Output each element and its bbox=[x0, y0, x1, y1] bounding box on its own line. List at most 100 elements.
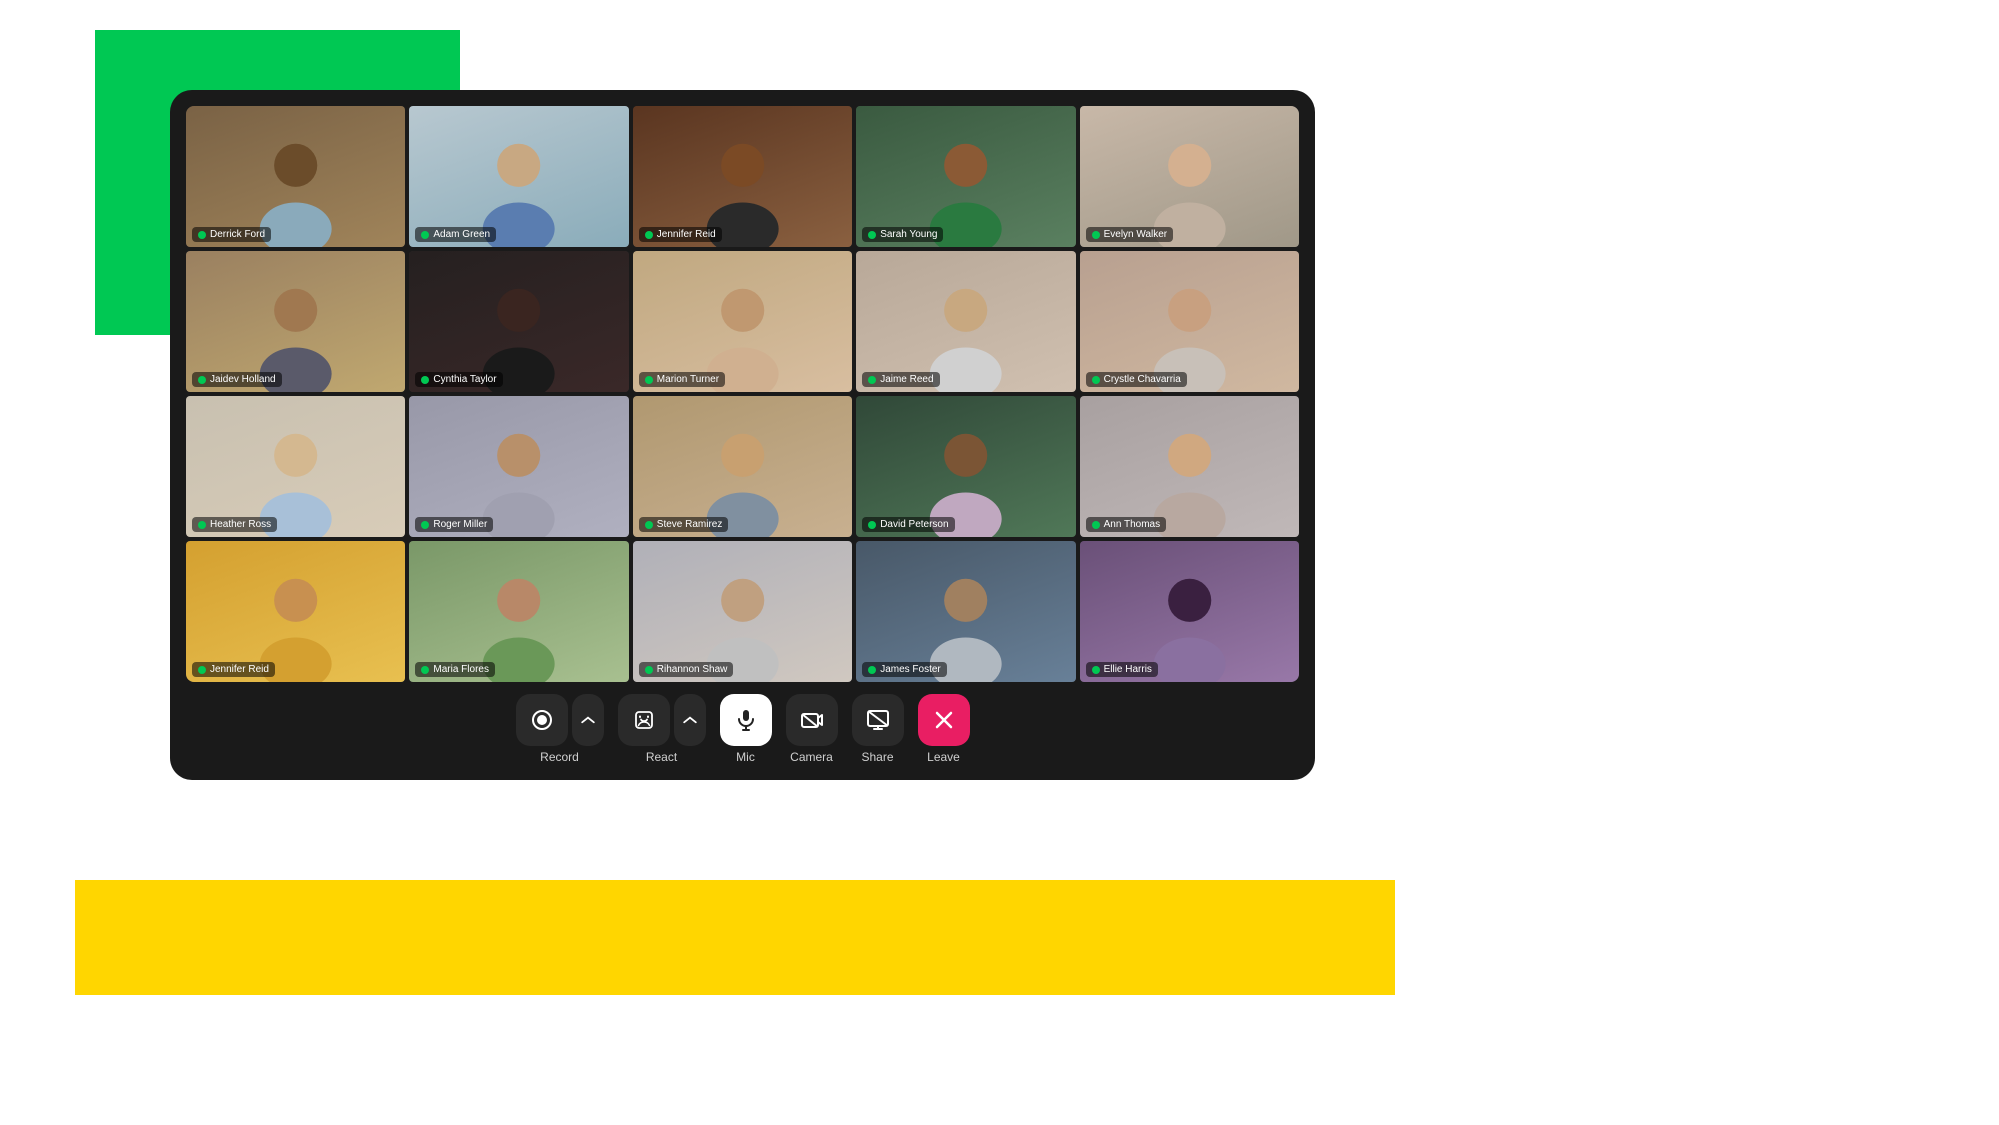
mic-status-icon bbox=[645, 666, 653, 674]
name-badge: Ellie Harris bbox=[1086, 662, 1158, 677]
participant-name: Rihannon Shaw bbox=[657, 664, 728, 675]
name-badge: Jaidev Holland bbox=[192, 372, 282, 387]
participant-name: Ellie Harris bbox=[1104, 664, 1152, 675]
participant-name: Cynthia Taylor bbox=[433, 374, 496, 385]
mic-status-icon bbox=[1092, 521, 1100, 529]
video-tile: Evelyn Walker bbox=[1080, 106, 1299, 247]
yellow-decoration bbox=[75, 880, 1395, 995]
leave-button[interactable] bbox=[918, 694, 970, 746]
name-badge: Marion Turner bbox=[639, 372, 725, 387]
mic-status-icon bbox=[868, 231, 876, 239]
participant-name: Roger Miller bbox=[433, 519, 487, 530]
video-tile: Heather Ross bbox=[186, 396, 405, 537]
react-button[interactable] bbox=[618, 694, 670, 746]
mic-button[interactable] bbox=[720, 694, 772, 746]
participant-name: James Foster bbox=[880, 664, 941, 675]
video-tile: Maria Flores bbox=[409, 541, 628, 682]
mic-status-icon bbox=[1092, 376, 1100, 384]
video-tile: Jaime Reed bbox=[856, 251, 1075, 392]
video-tile: Ellie Harris bbox=[1080, 541, 1299, 682]
video-tile: Jennifer Reid bbox=[633, 106, 852, 247]
mic-status-icon bbox=[868, 666, 876, 674]
name-badge: Derrick Ford bbox=[192, 227, 271, 242]
participant-name: Jaime Reed bbox=[880, 374, 933, 385]
name-badge: Crystle Chavarria bbox=[1086, 372, 1187, 387]
react-icon bbox=[632, 708, 656, 732]
participant-name: Ann Thomas bbox=[1104, 519, 1161, 530]
video-tile: Steve Ramirez bbox=[633, 396, 852, 537]
mic-status-icon bbox=[421, 376, 429, 384]
participant-name: Heather Ross bbox=[210, 519, 271, 530]
mic-status-icon bbox=[421, 521, 429, 529]
mic-status-icon bbox=[1092, 666, 1100, 674]
video-tile: Cynthia Taylor bbox=[409, 251, 628, 392]
mic-status-icon bbox=[868, 521, 876, 529]
participant-name: Sarah Young bbox=[880, 229, 937, 240]
leave-icon bbox=[932, 708, 956, 732]
share-button[interactable] bbox=[852, 694, 904, 746]
record-label: Record bbox=[540, 750, 579, 764]
react-expand-button[interactable] bbox=[674, 694, 706, 746]
mic-status-icon bbox=[1092, 231, 1100, 239]
camera-control: Camera bbox=[786, 694, 838, 764]
name-badge: Roger Miller bbox=[415, 517, 493, 532]
participant-name: David Peterson bbox=[880, 519, 948, 530]
video-tile: Jaidev Holland bbox=[186, 251, 405, 392]
mic-status-icon bbox=[421, 666, 429, 674]
react-control: React bbox=[618, 694, 706, 764]
chevron-up-icon bbox=[581, 713, 595, 727]
participant-name: Marion Turner bbox=[657, 374, 719, 385]
video-tile: Crystle Chavarria bbox=[1080, 251, 1299, 392]
participant-name: Evelyn Walker bbox=[1104, 229, 1168, 240]
participant-name: Jennifer Reid bbox=[657, 229, 716, 240]
mic-status-icon bbox=[198, 376, 206, 384]
control-bar: Record bbox=[186, 682, 1299, 770]
camera-button[interactable] bbox=[786, 694, 838, 746]
record-expand-button[interactable] bbox=[572, 694, 604, 746]
camera-icon bbox=[800, 708, 824, 732]
name-badge: Jaime Reed bbox=[862, 372, 939, 387]
leave-control: Leave bbox=[918, 694, 970, 764]
video-tile: Rihannon Shaw bbox=[633, 541, 852, 682]
mic-status-icon bbox=[421, 231, 429, 239]
record-icon bbox=[530, 708, 554, 732]
video-tile: Sarah Young bbox=[856, 106, 1075, 247]
share-icon bbox=[866, 708, 890, 732]
name-badge: Steve Ramirez bbox=[639, 517, 729, 532]
mic-status-icon bbox=[198, 666, 206, 674]
name-badge: Rihannon Shaw bbox=[639, 662, 734, 677]
mic-status-icon bbox=[645, 231, 653, 239]
camera-label: Camera bbox=[790, 750, 833, 764]
mic-status-icon bbox=[868, 376, 876, 384]
mic-control: Mic bbox=[720, 694, 772, 764]
name-badge: Cynthia Taylor bbox=[415, 372, 502, 387]
video-grid: Derrick Ford Adam Green Jennifer Reid Sarah… bbox=[186, 106, 1299, 682]
video-tile: Marion Turner bbox=[633, 251, 852, 392]
participant-name: Adam Green bbox=[433, 229, 490, 240]
name-badge: Sarah Young bbox=[862, 227, 943, 242]
name-badge: David Peterson bbox=[862, 517, 954, 532]
mic-status-icon bbox=[645, 376, 653, 384]
video-tile: Adam Green bbox=[409, 106, 628, 247]
participant-name: Maria Flores bbox=[433, 664, 489, 675]
mic-status-icon bbox=[645, 521, 653, 529]
name-badge: Adam Green bbox=[415, 227, 496, 242]
video-tile: David Peterson bbox=[856, 396, 1075, 537]
leave-label: Leave bbox=[927, 750, 960, 764]
react-label: React bbox=[646, 750, 677, 764]
participant-name: Steve Ramirez bbox=[657, 519, 723, 530]
participant-name: Crystle Chavarria bbox=[1104, 374, 1181, 385]
name-badge: Jennifer Reid bbox=[639, 227, 722, 242]
participant-name: Derrick Ford bbox=[210, 229, 265, 240]
name-badge: Heather Ross bbox=[192, 517, 277, 532]
video-tile: Roger Miller bbox=[409, 396, 628, 537]
video-tile: Jennifer Reid bbox=[186, 541, 405, 682]
record-button[interactable] bbox=[516, 694, 568, 746]
mic-status-icon bbox=[198, 521, 206, 529]
record-control: Record bbox=[516, 694, 604, 764]
video-tile: Ann Thomas bbox=[1080, 396, 1299, 537]
name-badge: Evelyn Walker bbox=[1086, 227, 1174, 242]
video-tile: Derrick Ford bbox=[186, 106, 405, 247]
share-label: Share bbox=[861, 750, 893, 764]
participant-name: Jaidev Holland bbox=[210, 374, 276, 385]
